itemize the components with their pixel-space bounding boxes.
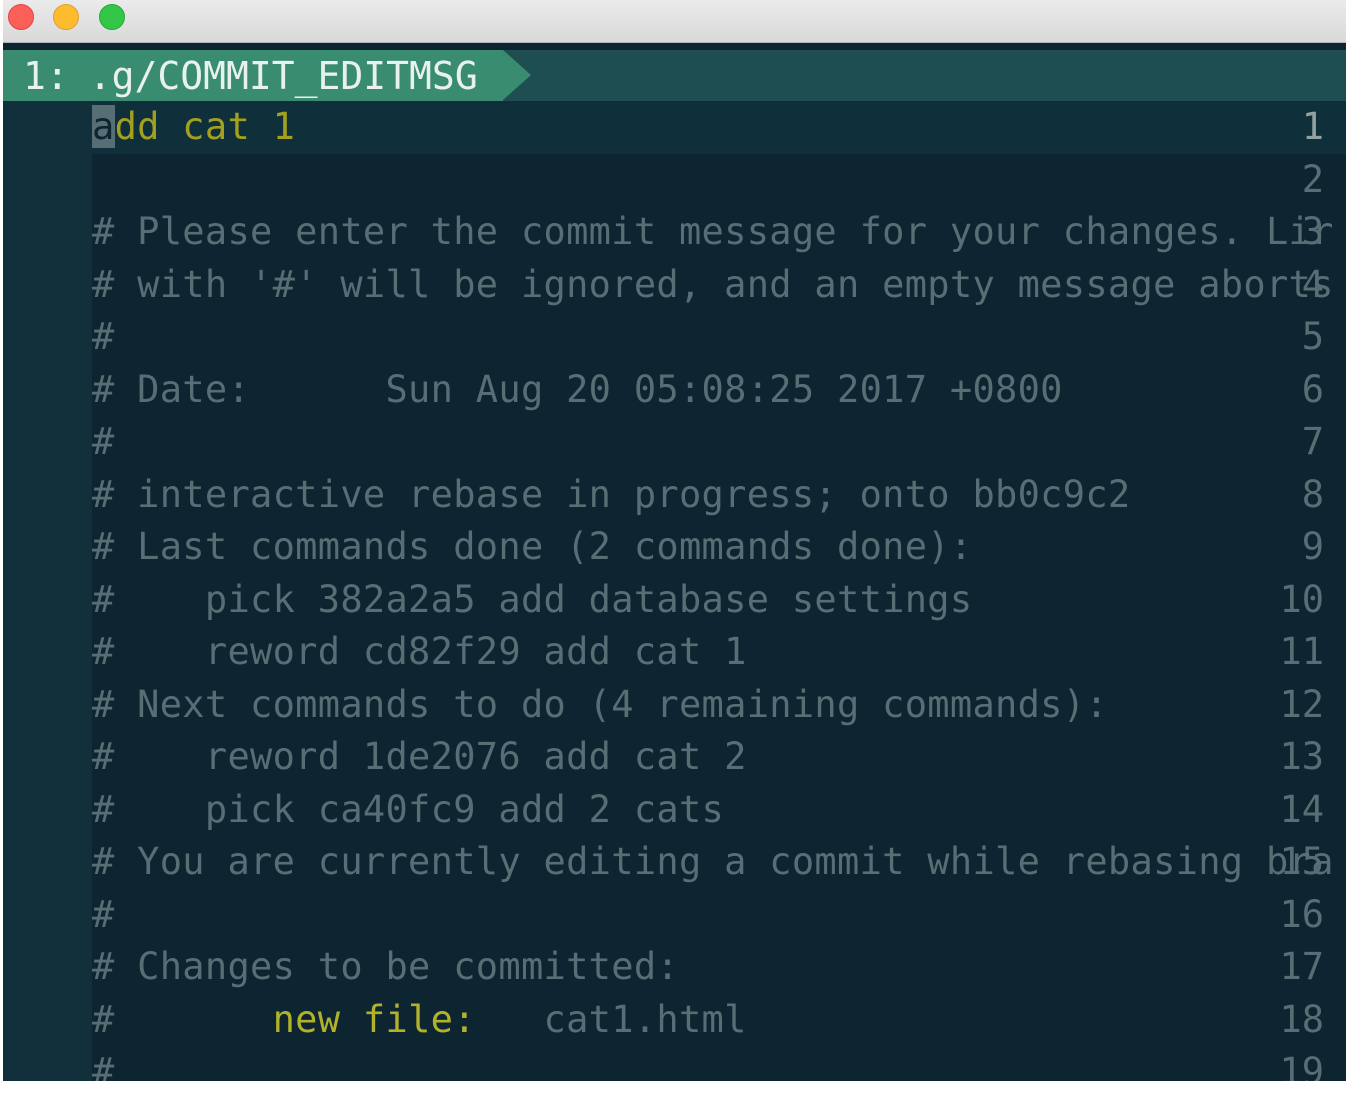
buffer-line[interactable]: 19 #: [3, 1046, 1346, 1081]
buffer-line[interactable]: 13 # reword 1de2076 add cat 2: [3, 731, 1346, 784]
comment-line: # Next commands to do (4 remaining comma…: [92, 682, 1108, 726]
buffer-line[interactable]: 17 # Changes to be committed:: [3, 941, 1346, 994]
line-number-gutter: [3, 941, 92, 994]
tab-arrow-separator: [503, 50, 531, 100]
changed-filename: cat1.html: [475, 997, 747, 1041]
line-number: 7: [1301, 420, 1324, 463]
line-number-gutter: [3, 363, 92, 416]
line-number: 1: [1301, 105, 1324, 148]
line-number: 2: [1301, 157, 1324, 201]
tab-number: 1:: [23, 53, 69, 98]
buffer-line[interactable]: 2: [3, 153, 1346, 206]
comment-line: # pick ca40fc9 add 2 cats: [92, 787, 725, 831]
buffer-line[interactable]: 9 # Last commands done (2 commands done)…: [3, 521, 1346, 574]
line-number-gutter: [3, 101, 92, 154]
comment-line: # You are currently editing a commit whi…: [92, 840, 1334, 883]
comment-line: # interactive rebase in progress; onto b…: [92, 472, 1131, 516]
buffer-line[interactable]: 4 # with '#' will be ignored, and an emp…: [3, 258, 1346, 311]
line-number: 18: [1279, 997, 1324, 1041]
buffer-line[interactable]: 18 # new file: cat1.html: [3, 993, 1346, 1047]
buffer-line[interactable]: 10 # pick 382a2a5 add database settings: [3, 573, 1346, 626]
vim-tabline: 1: .g/COMMIT_EDITMSG: [3, 50, 1346, 101]
tab-commit-editmsg[interactable]: 1: .g/COMMIT_EDITMSG: [3, 50, 503, 101]
line-number-gutter: [3, 731, 92, 784]
line-number: 10: [1279, 577, 1324, 621]
buffer-line[interactable]: 12 # Next commands to do (4 remaining co…: [3, 678, 1346, 731]
buffer-line[interactable]: 8 # interactive rebase in progress; onto…: [3, 468, 1346, 521]
comment-line: #: [92, 315, 115, 358]
line-number-gutter: [3, 573, 92, 626]
line-number-gutter: [3, 993, 92, 1046]
comment-line: # Date: Sun Aug 20 05:08:25 2017 +0800: [92, 367, 1063, 411]
line-number-gutter: [3, 206, 92, 259]
line-number: 6: [1301, 367, 1324, 411]
buffer-line[interactable]: 11 # reword cd82f29 add cat 1: [3, 626, 1346, 679]
line-number-gutter: [3, 626, 92, 679]
comment-line: # Last commands done (2 commands done):: [92, 525, 973, 568]
top-border: [3, 43, 1346, 50]
line-number-gutter: [3, 416, 92, 469]
maximize-button[interactable]: [99, 4, 125, 30]
changes-line: # new file: cat1.html: [92, 994, 747, 1047]
line-number: 17: [1279, 945, 1324, 988]
line-number: 11: [1279, 630, 1324, 673]
commit-subject[interactable]: add cat 1: [92, 101, 295, 154]
close-button[interactable]: [8, 4, 34, 30]
buffer-line[interactable]: 6 # Date: Sun Aug 20 05:08:25 2017 +0800: [3, 363, 1346, 416]
terminal-window: 1: .g/COMMIT_EDITMSG 1 add cat 1 2 3 # P…: [3, 0, 1346, 1081]
line-number-gutter: [3, 311, 92, 364]
line-number-gutter: [3, 1046, 92, 1081]
comment-line: # reword cd82f29 add cat 1: [92, 630, 747, 673]
buffer-line[interactable]: 16 #: [3, 888, 1346, 941]
line-number: 19: [1279, 1050, 1324, 1081]
line-number: 13: [1279, 735, 1324, 778]
tab-filename: .g/COMMIT_EDITMSG: [88, 53, 478, 98]
line-number-gutter: [3, 678, 92, 731]
buffer-line[interactable]: 15 # You are currently editing a commit …: [3, 836, 1346, 889]
buffer-line[interactable]: 14 # pick ca40fc9 add 2 cats: [3, 783, 1346, 836]
minimize-button[interactable]: [53, 4, 79, 30]
line-number: 16: [1279, 892, 1324, 936]
line-number-gutter: [3, 888, 92, 941]
line-number: 9: [1301, 525, 1324, 568]
text-cursor: a: [92, 105, 115, 148]
comment-line: # reword 1de2076 add cat 2: [92, 735, 747, 778]
comment-line: # with '#' will be ignored, and an empty…: [92, 262, 1334, 306]
line-number-gutter: [3, 836, 92, 889]
title-bar: [3, 0, 1346, 43]
comment-line: # pick 382a2a5 add database settings: [92, 577, 973, 621]
editor-buffer[interactable]: 1 add cat 1 2 3 # Please enter the commi…: [3, 101, 1346, 1081]
comment-line: # Please enter the commit message for yo…: [92, 210, 1334, 253]
line-number: 12: [1279, 682, 1324, 726]
line-number: 14: [1279, 787, 1324, 831]
line-number-gutter: [3, 783, 92, 836]
line-number-gutter: [3, 521, 92, 574]
comment-line: # Changes to be committed:: [92, 945, 679, 988]
comment-line: #: [92, 420, 115, 463]
comment-hash: #: [92, 997, 115, 1041]
commit-subject-text: dd cat 1: [114, 105, 296, 148]
line-number-gutter: [3, 153, 92, 206]
new-file-label: new file:: [272, 997, 476, 1041]
comment-line: #: [92, 892, 115, 936]
comment-line: #: [92, 1050, 115, 1081]
buffer-line[interactable]: 5 #: [3, 311, 1346, 364]
buffer-line[interactable]: 3 # Please enter the commit message for …: [3, 206, 1346, 259]
line-number: 5: [1301, 315, 1324, 358]
buffer-line[interactable]: 7 #: [3, 416, 1346, 469]
line-number-gutter: [3, 468, 92, 521]
line-number: 8: [1301, 472, 1324, 516]
buffer-line[interactable]: 1 add cat 1: [3, 101, 1346, 154]
line-number-gutter: [3, 258, 92, 311]
